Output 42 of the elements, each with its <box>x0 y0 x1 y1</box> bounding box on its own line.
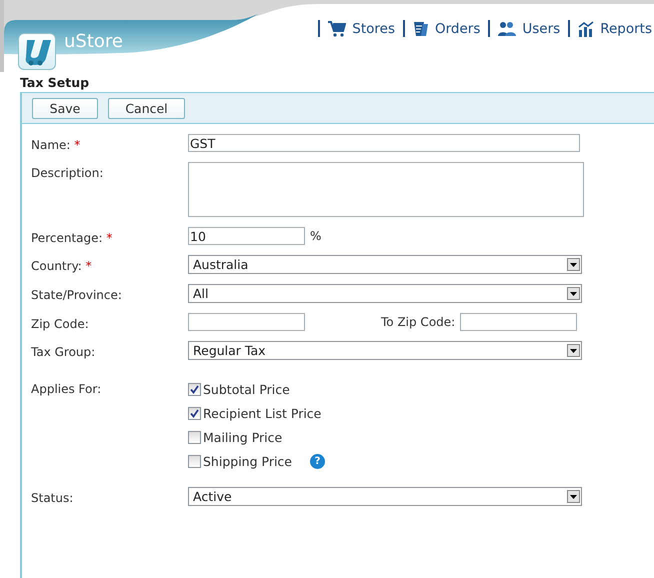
field-label: Name: * <box>31 137 82 152</box>
nav-link[interactable]: Orders <box>412 20 480 36</box>
save-button[interactable]: Save <box>32 98 98 118</box>
checkbox[interactable] <box>188 455 201 468</box>
cancel-button[interactable]: Cancel <box>108 98 185 118</box>
logo-icon[interactable] <box>18 33 56 70</box>
checkbox-label[interactable]: Recipient List Price <box>203 406 322 421</box>
zip-code-field[interactable] <box>188 313 305 331</box>
dropdown[interactable]: Active <box>188 487 582 506</box>
documents-icon <box>412 20 429 36</box>
app-name: uStore <box>64 31 123 52</box>
checkbox[interactable] <box>188 383 201 396</box>
dropdown[interactable]: Australia <box>188 255 582 274</box>
field-label: To Zip Code: <box>381 315 456 329</box>
field-label: Applies For: <box>31 381 102 396</box>
nav-link[interactable]: Stores <box>328 20 395 36</box>
field-label: Tax Group: <box>31 344 96 359</box>
users-icon <box>498 21 516 36</box>
to-zip-code-field[interactable] <box>460 313 578 331</box>
bar-chart-icon <box>578 20 594 36</box>
name-field[interactable]: GST <box>188 134 580 152</box>
field-label: Percentage: * <box>31 230 114 245</box>
checkbox[interactable] <box>188 431 201 444</box>
field-label: Status: <box>31 490 74 505</box>
page-title: Tax Setup <box>19 74 90 92</box>
percentage-field[interactable]: 10 <box>188 227 305 245</box>
field-label: Description: <box>31 165 104 180</box>
field-label: State/Province: <box>31 287 123 302</box>
help-icon[interactable]: ? <box>310 454 325 469</box>
dropdown[interactable]: All <box>188 284 582 303</box>
field-label: Zip Code: <box>31 316 90 331</box>
description-field[interactable] <box>188 162 584 217</box>
checkbox[interactable] <box>188 407 201 420</box>
cart-icon <box>328 20 346 36</box>
checkbox-label[interactable]: Subtotal Price <box>203 382 290 397</box>
checkbox-label[interactable]: Mailing Price <box>203 430 282 445</box>
dropdown[interactable]: Regular Tax <box>188 341 582 360</box>
field-label: Country: * <box>31 258 93 273</box>
nav-link[interactable]: Reports <box>578 20 652 36</box>
percent-sign: % <box>310 229 322 243</box>
checkbox-label[interactable]: Shipping Price <box>203 454 292 469</box>
nav-link[interactable]: Users <box>498 20 560 36</box>
